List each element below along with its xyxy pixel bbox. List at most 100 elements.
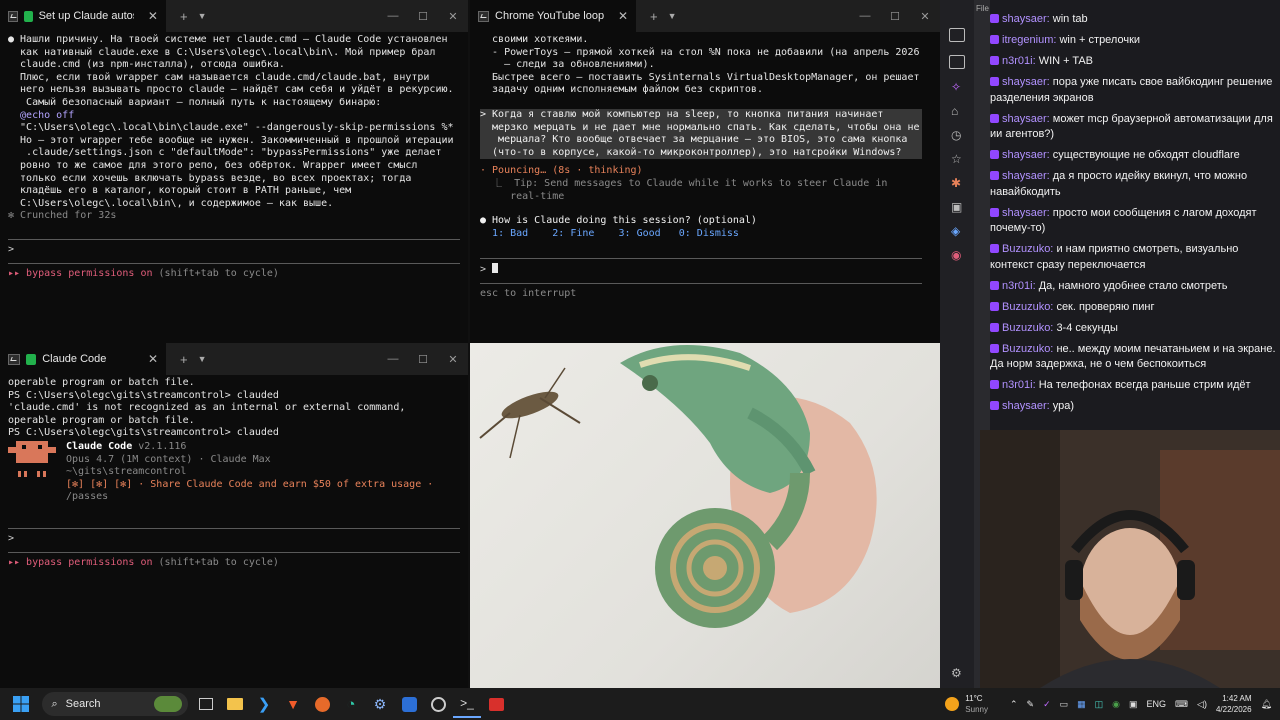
red-app-icon[interactable]: [482, 690, 510, 718]
prompt-input[interactable]: >: [8, 244, 460, 257]
minimize-icon[interactable]: —: [378, 353, 408, 365]
tray-app-icon-4[interactable]: ◫: [1095, 699, 1104, 710]
chat-nick[interactable]: shaysaer:: [1002, 76, 1050, 88]
sparkle-icon[interactable]: ✧: [951, 80, 961, 94]
output-line: задачу одним исполняемым файлом без скри…: [480, 84, 763, 96]
obs-icon[interactable]: [424, 690, 452, 718]
network-icon[interactable]: ⌨: [1175, 699, 1188, 710]
survey-option-fine[interactable]: 2: Fine: [552, 228, 594, 239]
chat-nick[interactable]: Buzuzuko:: [1002, 243, 1053, 255]
close-tab-icon[interactable]: ✕: [148, 9, 158, 23]
chat-nick[interactable]: Buzuzuko:: [1002, 322, 1053, 334]
chat-message: shaysaer: win tab: [990, 12, 1280, 28]
promo-text: [✻] [✻] [✻] · Share Claude Code and earn…: [66, 478, 434, 490]
chevron-down-icon[interactable]: ▼: [198, 11, 207, 21]
new-tab-icon[interactable]: +: [650, 9, 658, 24]
pen-icon[interactable]: ✎: [1027, 699, 1035, 710]
maximize-icon[interactable]: ☐: [408, 353, 438, 366]
user-message-line: мерцала? Кто вообще отвечает за мерцание…: [480, 134, 908, 146]
terminal-icon: [8, 353, 21, 365]
survey-option-good[interactable]: 3: Good: [619, 228, 661, 239]
chevron-down-icon[interactable]: ▼: [668, 11, 677, 21]
tray-app-icon[interactable]: ✓: [1043, 699, 1051, 710]
chat-text: win tab: [1052, 13, 1088, 25]
media-icon[interactable]: ▣: [951, 200, 962, 214]
chat-nick[interactable]: Buzuzuko:: [1002, 343, 1053, 355]
chat-nick[interactable]: Buzuzuko:: [1002, 301, 1053, 313]
close-window-icon[interactable]: ✕: [438, 10, 468, 23]
badge-icon: [990, 171, 999, 180]
taskbar-search[interactable]: ⌕ Search: [41, 692, 188, 716]
minimize-icon[interactable]: —: [378, 10, 408, 22]
close-window-icon[interactable]: ✕: [438, 353, 468, 366]
bypass-mode-indicator: ▸▸ bypass permissions on: [8, 267, 153, 279]
terminal-tab[interactable]: Set up Claude autostart w ✕: [0, 0, 166, 32]
history-icon[interactable]: ◷: [951, 128, 961, 142]
chat-nick[interactable]: n3r01i:: [1002, 379, 1036, 391]
settings-gear-icon[interactable]: ⚙: [951, 666, 962, 680]
new-tab-icon[interactable]: +: [180, 352, 188, 367]
terminal-window-bottom-left[interactable]: Claude Code ✕ + ▼ — ☐ ✕ operable program…: [0, 343, 468, 688]
chat-nick[interactable]: shaysaer:: [1002, 170, 1050, 182]
extension-icon[interactable]: ✱: [951, 176, 961, 190]
chat-nick[interactable]: shaysaer:: [1002, 207, 1050, 219]
chat-nick[interactable]: n3r01i:: [1002, 55, 1036, 67]
terminal-taskbar-icon[interactable]: >_: [453, 690, 481, 718]
weather[interactable]: 11°C Sunny: [945, 693, 988, 715]
star-icon[interactable]: ☆: [951, 152, 962, 166]
app-icon-blue[interactable]: [395, 690, 423, 718]
new-tab-icon[interactable]: +: [180, 9, 188, 24]
brave-icon[interactable]: ▼: [279, 690, 307, 718]
tabs-icon[interactable]: [949, 28, 965, 42]
chat-nick[interactable]: itregenium:: [1002, 34, 1056, 46]
tray-app-icon-2[interactable]: ▭: [1060, 699, 1069, 710]
volume-icon[interactable]: ◁): [1197, 699, 1207, 710]
close-tab-icon[interactable]: ✕: [618, 9, 628, 23]
chat-nick[interactable]: shaysaer:: [1002, 149, 1050, 161]
chevron-down-icon[interactable]: ▼: [198, 354, 207, 364]
chat-nick[interactable]: shaysaer:: [1002, 400, 1050, 412]
start-button[interactable]: [7, 690, 35, 718]
survey-option-bad[interactable]: 1: Bad: [492, 228, 528, 239]
badge-icon: [990, 35, 999, 44]
terminal-window-top-left[interactable]: Set up Claude autostart w ✕ + ▼ — ☐ ✕ ● …: [0, 0, 468, 343]
close-tab-icon[interactable]: ✕: [148, 352, 158, 366]
vscode-icon[interactable]: ❯: [250, 690, 278, 718]
file-explorer-icon[interactable]: [221, 690, 249, 718]
input-divider: [8, 262, 460, 264]
menu-file[interactable]: File: [976, 4, 989, 13]
terminal-tab[interactable]: Claude Code ✕: [0, 343, 166, 375]
maximize-icon[interactable]: ☐: [880, 10, 910, 23]
badge-icon: [990, 14, 999, 23]
chrome-tray-icon[interactable]: ◉: [1112, 699, 1120, 710]
chat-nick[interactable]: shaysaer:: [1002, 13, 1050, 25]
terminal-tab[interactable]: Chrome YouTube loop exte ✕: [470, 0, 636, 32]
prompt-input[interactable]: >: [8, 533, 460, 546]
task-view-icon[interactable]: [192, 690, 220, 718]
tray-app-icon-5[interactable]: ▣: [1129, 699, 1138, 710]
minimize-icon[interactable]: —: [850, 10, 880, 22]
edge-icon[interactable]: ◔: [337, 690, 365, 718]
close-window-icon[interactable]: ✕: [910, 10, 940, 23]
firefox-icon[interactable]: [308, 690, 336, 718]
survey-option-dismiss[interactable]: 0: Dismiss: [679, 228, 739, 239]
prompt-input[interactable]: >: [480, 263, 932, 277]
bag-icon[interactable]: ⌂: [951, 104, 958, 118]
chat-nick[interactable]: n3r01i:: [1002, 280, 1036, 292]
notification-icon[interactable]: 🔔︎: [1261, 699, 1272, 710]
language-indicator[interactable]: ENG: [1147, 699, 1167, 709]
app-icon[interactable]: ◉: [951, 248, 961, 262]
code-line: @echo off: [8, 109, 75, 121]
chat-nick[interactable]: shaysaer:: [1002, 113, 1050, 125]
chevron-up-icon[interactable]: ⌃: [1010, 699, 1018, 710]
maximize-icon[interactable]: ☐: [408, 10, 438, 23]
sidebar-icon[interactable]: [949, 55, 965, 69]
chat-message: Buzuzuko: сек. проверяю пинг: [990, 300, 1280, 316]
tray-app-icon-3[interactable]: ▦: [1077, 699, 1086, 710]
settings-icon[interactable]: ⚙: [366, 690, 394, 718]
terminal-window-right[interactable]: Chrome YouTube loop exte ✕ + ▼ — ☐ ✕ сво…: [470, 0, 940, 343]
terminal-output: своими хоткеями. - PowerToys — прямой хо…: [470, 34, 940, 343]
clock[interactable]: 1:42 AM 4/22/2026: [1216, 693, 1252, 715]
shield-icon[interactable]: ◈: [951, 224, 960, 238]
weather-temp: 11°C: [965, 694, 983, 703]
